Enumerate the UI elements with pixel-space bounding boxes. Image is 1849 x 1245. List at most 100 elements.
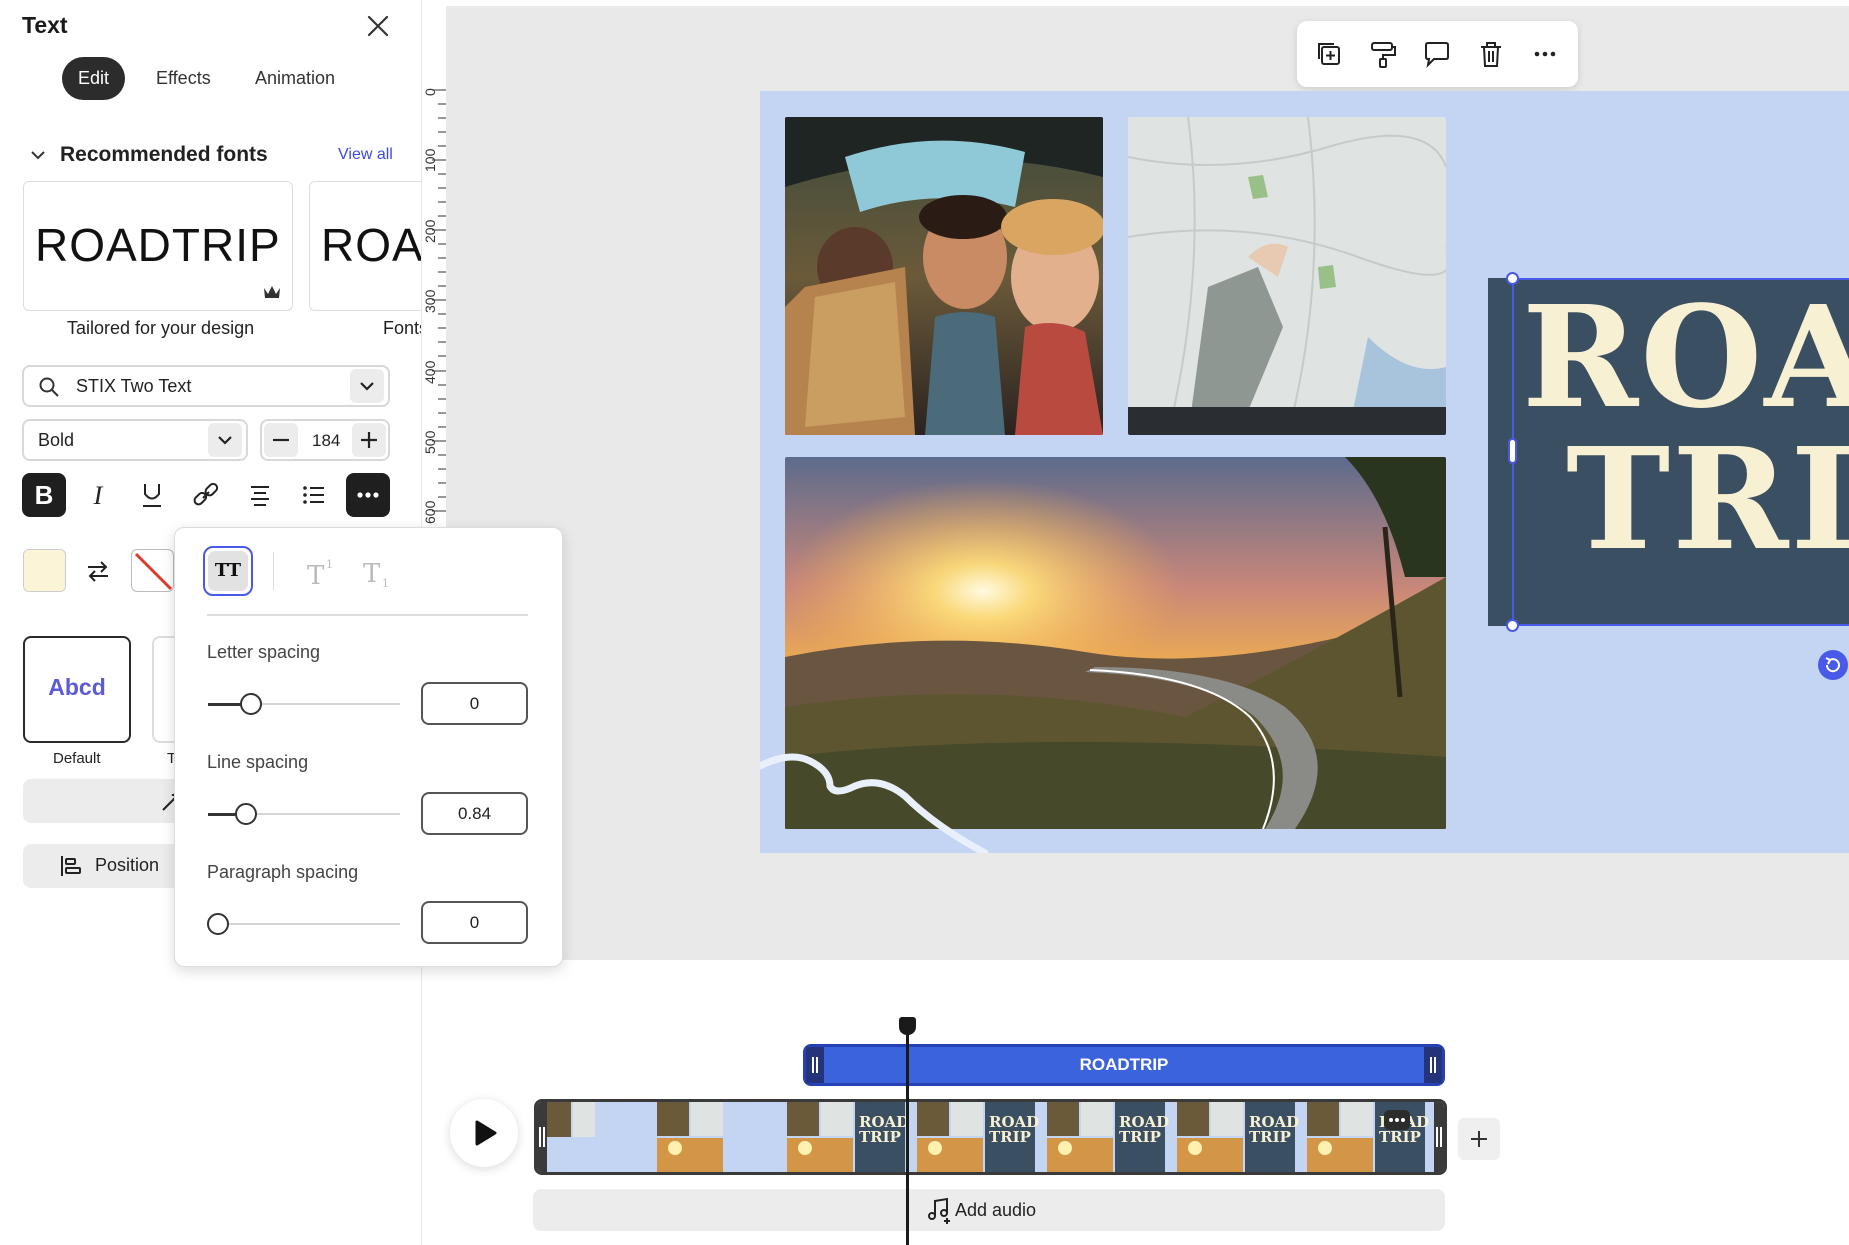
clip-more-icon[interactable]	[1384, 1110, 1410, 1130]
track-trim-handle-right[interactable]	[1424, 1047, 1442, 1083]
tab-edit[interactable]: Edit	[62, 57, 126, 100]
paragraph-spacing-input[interactable]: 0	[421, 901, 528, 944]
clip-title-thumbnail: ROADTRIP	[855, 1102, 909, 1172]
clip-thumbnail	[917, 1102, 983, 1172]
playhead[interactable]	[906, 1018, 909, 1245]
clip-trim-handle-right[interactable]	[1434, 1102, 1444, 1172]
track-trim-handle-left[interactable]	[806, 1047, 824, 1083]
paint-format-icon[interactable]	[1367, 38, 1399, 70]
svg-text:T: T	[363, 559, 381, 589]
clip-title-thumbnail: ROADTRIP	[985, 1102, 1039, 1172]
superscript-icon[interactable]: T1	[303, 554, 339, 591]
view-all-link[interactable]: View all	[338, 146, 393, 164]
chevron-down-icon[interactable]	[208, 423, 242, 457]
add-clip-button[interactable]	[1458, 1118, 1500, 1160]
font-card-fonts[interactable]: ROADTRIP	[309, 181, 422, 311]
more-icon[interactable]	[1529, 38, 1561, 70]
thumb-title-text: TRIP	[859, 1128, 901, 1146]
selection-frame	[1512, 278, 1849, 626]
style-card-default[interactable]: Abcd	[23, 636, 131, 743]
ruler-label: 200	[422, 219, 438, 243]
decorative-wave	[760, 753, 989, 853]
trash-icon[interactable]	[1475, 38, 1507, 70]
letter-spacing-knob[interactable]	[240, 693, 262, 715]
font-family-select[interactable]: STIX Two Text	[22, 365, 390, 407]
tab-effects[interactable]: Effects	[140, 57, 227, 100]
resize-handle[interactable]	[1506, 272, 1519, 285]
italic-button[interactable]: I	[76, 473, 120, 517]
more-options-button[interactable]	[346, 473, 390, 517]
no-fill-swatch[interactable]	[131, 549, 174, 592]
paragraph-spacing-knob[interactable]	[207, 913, 229, 935]
canvas-area[interactable]: ROA TRI	[446, 6, 1849, 960]
bullet-list-button[interactable]	[292, 473, 336, 517]
clip-thumbnail	[657, 1102, 723, 1172]
photo-map[interactable]	[1128, 117, 1446, 435]
letter-spacing-input[interactable]: 0	[421, 682, 528, 725]
ruler-label: 600	[422, 500, 438, 524]
vertical-ruler: 0 100 200 300 400 500 600	[422, 0, 446, 527]
paragraph-spacing-slider[interactable]	[208, 923, 400, 925]
rotate-icon[interactable]	[1817, 649, 1849, 681]
paragraph-spacing-label: Paragraph spacing	[207, 862, 359, 882]
comment-icon[interactable]	[1421, 38, 1453, 70]
ruler-label: 100	[422, 148, 438, 172]
font-weight-select[interactable]: Bold	[22, 419, 248, 461]
svg-text:1: 1	[382, 577, 389, 590]
style-sample: Abcd	[48, 674, 106, 700]
photo-road-trip-friends[interactable]	[785, 117, 1103, 435]
swap-colors-icon[interactable]	[82, 555, 114, 587]
clip-thumbnail	[1307, 1102, 1373, 1172]
svg-text:1: 1	[326, 558, 333, 571]
ruler-label: 300	[422, 289, 438, 313]
link-button[interactable]	[184, 473, 228, 517]
divider	[207, 614, 528, 616]
font-sample: ROADTRIP	[35, 219, 281, 271]
line-spacing-knob[interactable]	[235, 803, 257, 825]
underline-button[interactable]	[130, 473, 174, 517]
svg-text:I: I	[93, 481, 104, 510]
all-caps-button[interactable]: TT	[203, 546, 253, 596]
subscript-icon[interactable]: T1	[359, 554, 395, 590]
font-size-stepper[interactable]: 184	[260, 419, 390, 461]
clip-title-thumbnail: ROADTRIP	[1245, 1102, 1299, 1172]
thumb-title-text: TRIP	[1119, 1128, 1161, 1146]
ruler-label: 0	[422, 88, 438, 96]
resize-handle[interactable]	[1506, 619, 1519, 632]
artboard[interactable]: ROA TRI	[760, 91, 1849, 853]
clip-thumbnail	[547, 1102, 595, 1137]
close-icon[interactable]	[362, 10, 394, 42]
divider	[273, 552, 274, 590]
text-track-label: ROADTRIP	[1079, 1055, 1169, 1074]
tab-animation[interactable]: Animation	[239, 57, 351, 100]
clip-trim-handle-left[interactable]	[537, 1102, 547, 1172]
ruler-label: 400	[422, 360, 438, 384]
clip-thumbnail	[787, 1102, 853, 1172]
chevron-down-icon[interactable]	[350, 369, 384, 403]
line-spacing-input[interactable]: 0.84	[421, 792, 528, 835]
side-resize-handle[interactable]	[1508, 438, 1517, 464]
all-caps-label: TT	[208, 551, 248, 591]
line-spacing-label: Line spacing	[207, 752, 309, 772]
minus-icon[interactable]	[264, 423, 298, 457]
chevron-down-icon[interactable]	[28, 145, 48, 165]
add-audio-button[interactable]: Add audio	[533, 1189, 1445, 1231]
bold-button[interactable]: B	[22, 473, 66, 517]
search-icon	[38, 376, 60, 398]
section-title: Recommended fonts	[60, 143, 268, 166]
plus-icon[interactable]	[352, 423, 386, 457]
font-size-value[interactable]: 184	[312, 431, 340, 451]
position-label: Position	[95, 855, 160, 875]
floating-toolbar	[1297, 21, 1578, 87]
font-card-tailored[interactable]: ROADTRIP	[23, 181, 293, 311]
text-track[interactable]: ROADTRIP	[803, 1044, 1445, 1086]
text-color-swatch[interactable]	[23, 549, 66, 592]
play-button[interactable]	[450, 1099, 518, 1167]
align-center-button[interactable]	[238, 473, 282, 517]
video-track[interactable]: ROADTRIP ROADTRIP ROADTRIP ROADTRIP	[534, 1099, 1447, 1175]
duplicate-icon[interactable]	[1313, 38, 1345, 70]
thumb-title-text: TRIP	[989, 1128, 1031, 1146]
card-caption: Tailored for your design	[67, 318, 255, 338]
font-sample: ROADTRIP	[321, 219, 422, 271]
thumb-title-text: TRIP	[1249, 1128, 1291, 1146]
